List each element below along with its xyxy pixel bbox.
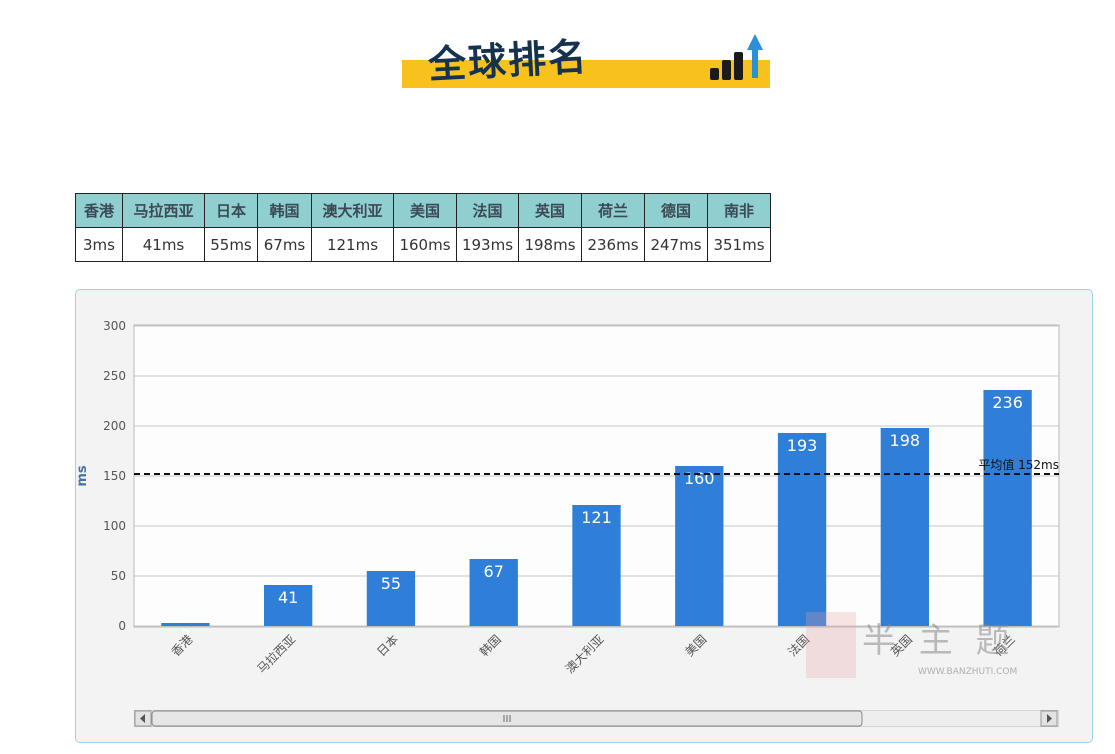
data-label: 198 bbox=[890, 431, 921, 450]
y-tick-label: 0 bbox=[118, 619, 126, 633]
y-tick-label: 200 bbox=[103, 419, 126, 433]
data-label: 55 bbox=[381, 574, 401, 593]
y-tick-label: 150 bbox=[103, 469, 126, 483]
y-tick-label: 100 bbox=[103, 519, 126, 533]
data-label: 236 bbox=[992, 393, 1023, 412]
x-tick-label: 香港 bbox=[169, 632, 196, 659]
data-label: 67 bbox=[484, 562, 504, 581]
watermark-url: WWW.BANZHUTI.COM bbox=[918, 667, 1017, 677]
y-tick-label: 300 bbox=[103, 319, 126, 333]
bar[interactable] bbox=[777, 433, 827, 626]
bar[interactable] bbox=[983, 390, 1032, 626]
bar[interactable] bbox=[880, 428, 929, 626]
data-label: 193 bbox=[787, 436, 818, 455]
x-tick-label: 澳大利亚 bbox=[563, 632, 607, 676]
scroll-thumb[interactable] bbox=[151, 710, 863, 727]
data-label: 121 bbox=[581, 508, 612, 527]
watermark: 半 主 题 WWW.BANZHUTI.COM bbox=[806, 612, 1017, 678]
y-tick-label: 250 bbox=[103, 369, 126, 383]
watermark-text: 半 主 题 bbox=[862, 621, 1016, 661]
bar[interactable] bbox=[675, 466, 724, 626]
y-axis-label: ms bbox=[75, 465, 90, 487]
scroll-right-button[interactable] bbox=[1040, 710, 1058, 727]
x-tick-label: 韩国 bbox=[476, 632, 504, 660]
bar-chart: 050100150200250300 3415567121160193 19823… bbox=[75, 319, 1060, 678]
data-label: 41 bbox=[278, 588, 298, 607]
scroll-left-button[interactable] bbox=[134, 710, 152, 727]
chart-scrollbar[interactable] bbox=[134, 710, 1059, 727]
x-tick-label: 美国 bbox=[683, 632, 710, 659]
average-label: 平均值 152ms bbox=[978, 457, 1059, 472]
x-tick-label: 马拉西亚 bbox=[254, 632, 299, 677]
data-label: 160 bbox=[684, 469, 715, 488]
y-axis-ticks: 0 50 100 150 200 250 300 bbox=[103, 319, 126, 633]
y-tick-label: 50 bbox=[111, 569, 126, 583]
x-tick-label: 日本 bbox=[374, 632, 401, 659]
